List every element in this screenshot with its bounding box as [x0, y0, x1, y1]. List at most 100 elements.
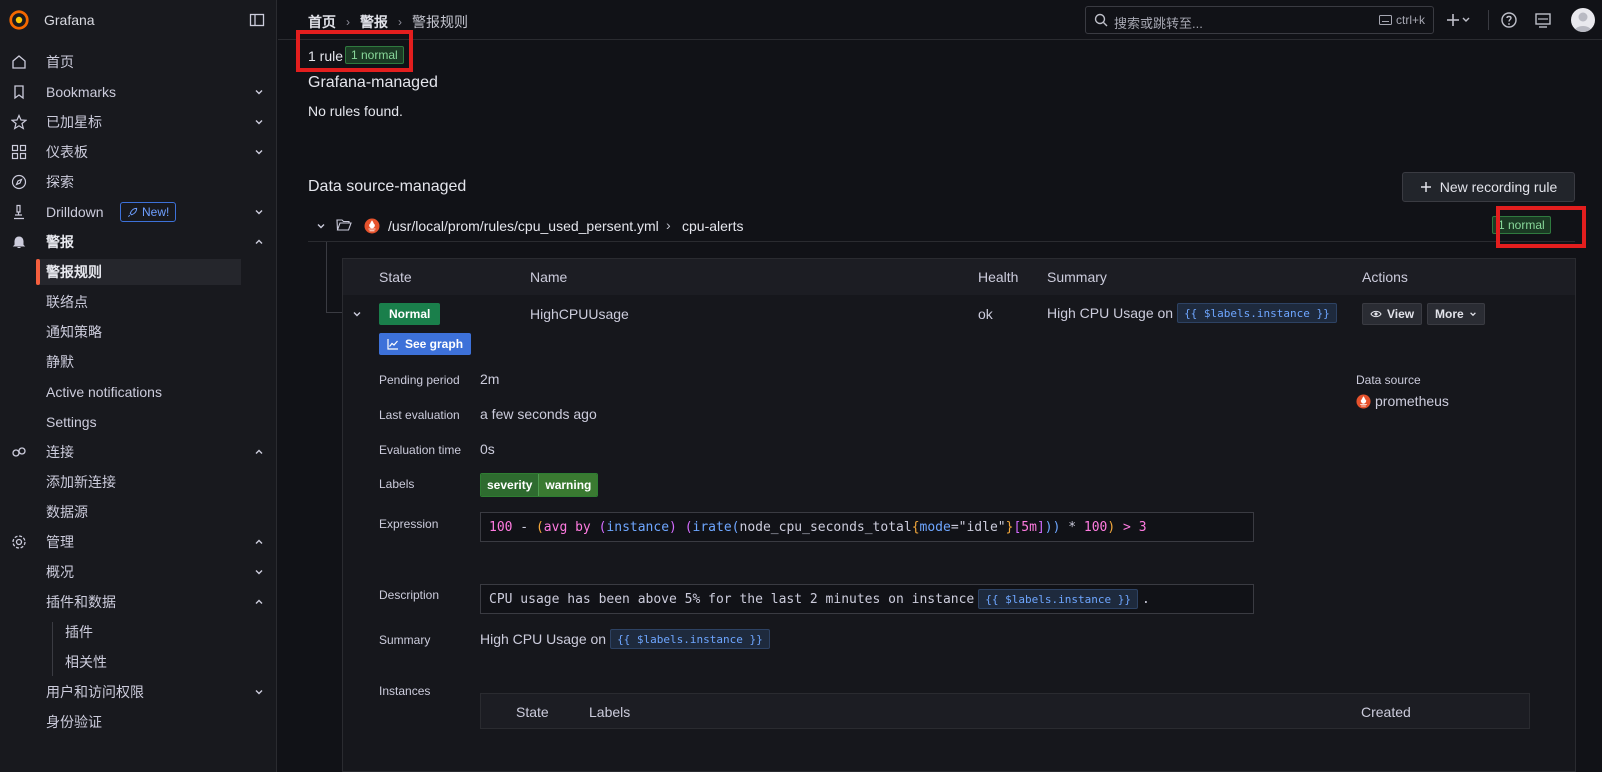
- expression-token: (: [731, 519, 740, 535]
- star-icon: [11, 114, 27, 130]
- datasource-name[interactable]: prometheus: [1375, 393, 1449, 409]
- chevron-down-icon[interactable]: [254, 567, 264, 577]
- sidebar-item-drilldown[interactable]: Drilldown New!: [0, 199, 277, 225]
- column-header-summary: Summary: [1047, 269, 1107, 285]
- expression-token: [: [1013, 519, 1022, 535]
- chevron-down-icon[interactable]: [254, 87, 264, 97]
- sidebar-item-correlations[interactable]: 相关性: [0, 649, 277, 675]
- sidebar-item-label: 管理: [46, 534, 74, 550]
- search-input[interactable]: 搜索或跳转至... ctrl+k: [1085, 6, 1434, 34]
- sidebar-item-add-connection[interactable]: 添加新连接: [0, 469, 277, 495]
- plus-icon: [1420, 182, 1431, 192]
- expression-token: (: [535, 519, 544, 535]
- sidebar-item-users-access[interactable]: 用户和访问权限: [0, 679, 277, 705]
- home-icon: [12, 55, 26, 69]
- sidebar: Grafana 首页 Bookmarks 已加星标 仪表板 探索 Drilldo…: [0, 0, 277, 772]
- sidebar-item-label: 首页: [46, 54, 74, 70]
- tree-connector: [326, 312, 342, 313]
- chevron-down-icon[interactable]: [254, 147, 264, 157]
- sidebar-item-administration[interactable]: 管理: [0, 529, 277, 555]
- sidebar-item-explore[interactable]: 探索: [0, 169, 277, 195]
- column-header-name: Name: [530, 269, 568, 285]
- chevron-up-icon[interactable]: [254, 447, 264, 457]
- sidebar-item-silences[interactable]: 静默: [0, 349, 277, 375]
- grafana-managed-title: Grafana-managed: [308, 74, 438, 91]
- sidebar-item-alerting[interactable]: 警报: [0, 229, 277, 255]
- summary-label: Summary: [379, 633, 431, 647]
- sidebar-item-plugins-and-data[interactable]: 插件和数据: [0, 589, 277, 615]
- sidebar-item-home[interactable]: 首页: [0, 49, 277, 75]
- sidebar-item-active-notifications[interactable]: Active notifications: [0, 379, 277, 405]
- expression-token: [677, 520, 685, 535]
- see-graph-button[interactable]: See graph: [379, 333, 472, 355]
- sidebar-item-data-sources[interactable]: 数据源: [0, 499, 277, 525]
- apps-icon: [11, 144, 27, 160]
- sidebar-item-label: 静默: [46, 354, 74, 370]
- instances-column-created: Created: [1361, 704, 1411, 720]
- sidebar-item-connections[interactable]: 连接: [0, 439, 277, 465]
- chevron-down-icon: [1469, 312, 1476, 317]
- view-button[interactable]: View: [1362, 303, 1423, 325]
- chevron-up-icon[interactable]: [254, 237, 264, 247]
- state-normal-badge: Normal: [379, 303, 441, 325]
- sidebar-item-starred[interactable]: 已加星标: [0, 109, 277, 135]
- bookmark-icon: [14, 85, 24, 100]
- sidebar-item-settings[interactable]: Settings: [0, 409, 277, 435]
- instances-table-header: State Labels Created: [480, 693, 1530, 729]
- expression-token: 5m: [1021, 519, 1037, 535]
- news-feed-icon[interactable]: [1534, 11, 1552, 29]
- instances-column-labels: Labels: [589, 704, 631, 720]
- sidebar-item-label: 警报: [46, 234, 74, 250]
- label-value: warning: [539, 474, 598, 496]
- last-evaluation-label: Last evaluation: [379, 408, 460, 422]
- breadcrumb-alerting[interactable]: 警报: [360, 12, 388, 32]
- chevron-right-icon: ›: [666, 217, 671, 233]
- highlight-box: [1496, 206, 1586, 248]
- expression-token: mode: [919, 519, 951, 535]
- chevron-down-icon[interactable]: [254, 687, 264, 697]
- app-root: Grafana 首页 Bookmarks 已加星标 仪表板 探索 Drilldo…: [0, 0, 1602, 772]
- breadcrumb-home[interactable]: 首页: [308, 12, 336, 32]
- column-header-state: State: [379, 269, 412, 285]
- expression-token: *: [1060, 519, 1084, 535]
- search-shortcut: ctrl+k: [1378, 13, 1425, 27]
- chevron-down-icon[interactable]: [316, 221, 326, 231]
- sidebar-item-dashboards[interactable]: 仪表板: [0, 139, 277, 165]
- rules-table: State Name Health Summary Actions Normal…: [342, 258, 1576, 772]
- chevron-down-icon[interactable]: [352, 309, 362, 319]
- add-new-icon[interactable]: [1446, 11, 1472, 29]
- chevron-down-icon[interactable]: [254, 117, 264, 127]
- expression-token: 100: [1083, 519, 1108, 535]
- expression-token: 3: [1138, 519, 1147, 535]
- sidebar-item-plugins[interactable]: 插件: [0, 619, 277, 645]
- chevron-right-icon: ›: [346, 15, 350, 29]
- grafana-logo-icon[interactable]: [8, 9, 30, 31]
- see-graph-label: See graph: [405, 337, 464, 351]
- datasource-value: prometheus: [1356, 393, 1449, 409]
- dock-menu-icon[interactable]: [249, 12, 265, 28]
- sidebar-item-contact-points[interactable]: 联络点: [0, 289, 277, 315]
- expression-token: instance: [606, 519, 670, 535]
- sidebar-item-label: 探索: [46, 174, 74, 190]
- sidebar-item-overview[interactable]: 概况: [0, 559, 277, 585]
- chevron-up-icon[interactable]: [254, 537, 264, 547]
- sidebar-item-label: Bookmarks: [46, 84, 117, 100]
- chevron-up-icon[interactable]: [254, 597, 264, 607]
- sidebar-item-bookmarks[interactable]: Bookmarks: [0, 79, 277, 105]
- sidebar-item-notification-policies[interactable]: 通知策略: [0, 319, 277, 345]
- highlight-box: [296, 30, 413, 72]
- sidebar-item-alert-rules[interactable]: 警报规则: [36, 259, 241, 285]
- expression-token: ]: [1036, 519, 1045, 535]
- sidebar-item-authentication[interactable]: 身份验证: [0, 709, 277, 735]
- sidebar-item-label: 已加星标: [46, 114, 102, 130]
- rule-summary: High CPU Usage on {{ $labels.instance }}: [1047, 303, 1337, 323]
- user-avatar[interactable]: [1571, 8, 1595, 32]
- help-icon[interactable]: [1500, 11, 1518, 29]
- evaluation-time-value: 0s: [480, 441, 495, 457]
- expression-token: =: [950, 519, 959, 535]
- chevron-down-icon[interactable]: [254, 207, 264, 217]
- new-recording-rule-button[interactable]: New recording rule: [1402, 172, 1575, 202]
- prometheus-icon: [1356, 393, 1371, 409]
- label-chip: severity warning: [480, 473, 599, 497]
- more-button[interactable]: More: [1427, 303, 1485, 325]
